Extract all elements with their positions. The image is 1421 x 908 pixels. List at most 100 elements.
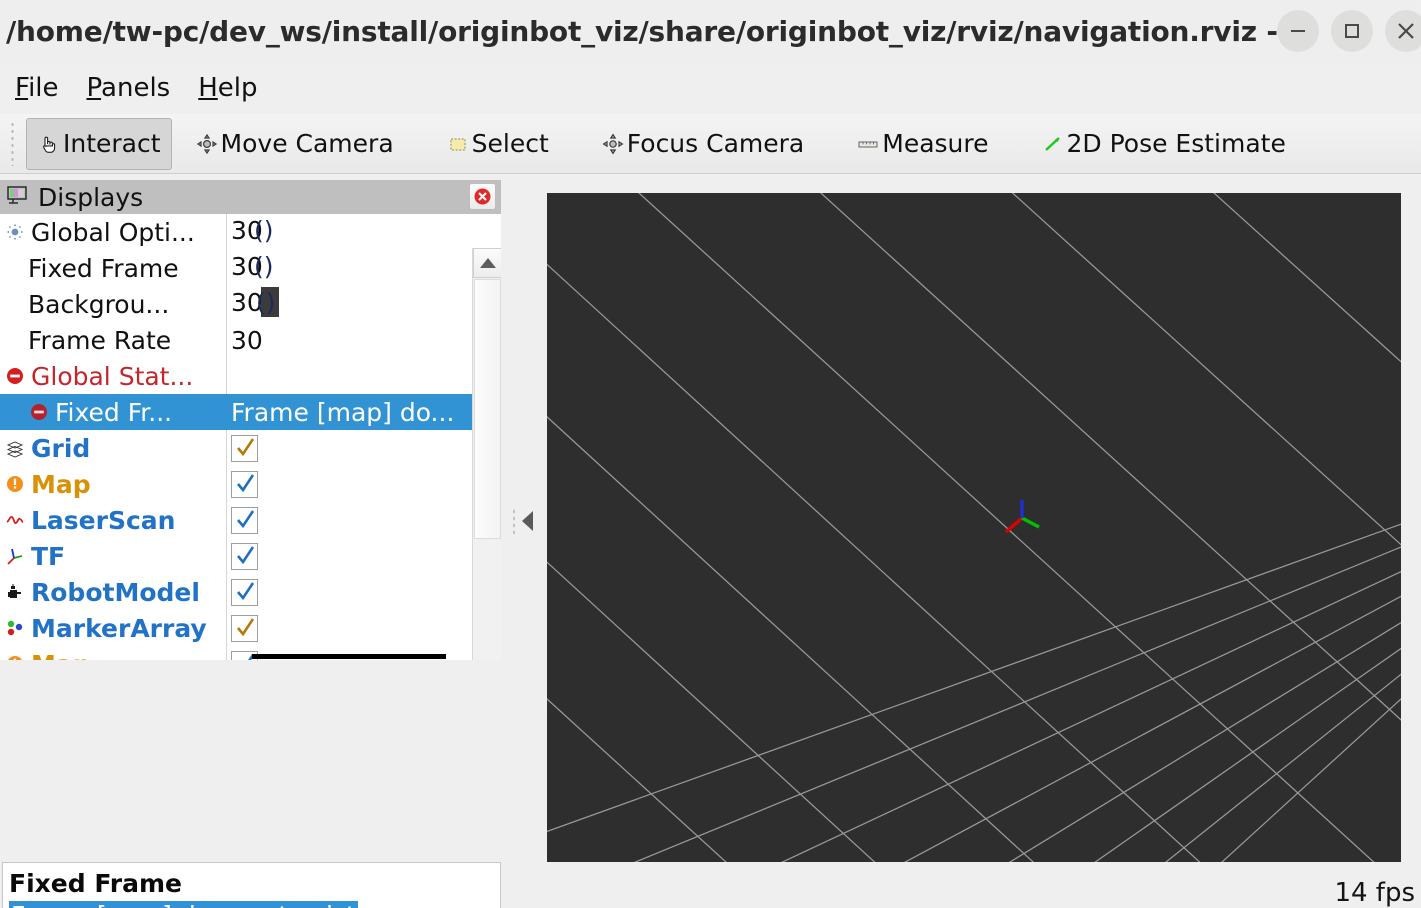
render-viewport-3d[interactable] [547, 193, 1401, 862]
tool-2d-pose-estimate[interactable]: 2D Pose Estimate [1030, 118, 1297, 170]
tree-row-laserscan[interactable]: LaserScan [0, 502, 472, 538]
tool-interact[interactable]: Interact [26, 117, 172, 170]
chevron-left-icon [522, 511, 533, 531]
map-warning-icon [4, 653, 26, 660]
menu-panels-accel: P [86, 73, 102, 103]
hand-cursor-icon [37, 132, 61, 156]
select-rect-icon [446, 132, 470, 156]
detail-message: Frame [map] does not exist [9, 901, 358, 908]
tool-select-label: Select [471, 129, 549, 158]
menu-file-label: ile [28, 73, 59, 103]
tree-label: LaserScan [31, 505, 176, 535]
menu-panels[interactable]: Panels [86, 71, 172, 105]
tree-row-frame-rate[interactable]: Frame Rate 30 [0, 322, 472, 358]
tree-value-cell[interactable] [226, 502, 472, 538]
scrollbar-thumb[interactable] [474, 279, 501, 539]
robotmodel-enabled-checkbox[interactable] [231, 578, 258, 606]
displays-panel: Displays Global Opti... 30 () Fixed Fram… [0, 180, 501, 908]
tree-row-grid[interactable]: Grid [0, 430, 472, 466]
splitter-dots-icon [512, 508, 516, 534]
tree-label: RobotModel [31, 577, 200, 607]
tool-focus-camera-label: Focus Camera [626, 129, 805, 158]
pose-arrow-icon [1041, 132, 1065, 156]
robot-icon [4, 581, 26, 603]
panel-collapse-handle[interactable] [503, 180, 545, 862]
tree-value-cell [226, 358, 472, 394]
tree-row-fixed-frame[interactable]: Fixed Frame 30 () [0, 250, 472, 286]
tree-label: Global Opti... [31, 217, 195, 247]
tree-value-cell[interactable]: 30 () [226, 250, 472, 286]
tree-label: Map [31, 469, 91, 499]
menubar: File Panels Help [0, 62, 1421, 114]
tool-measure[interactable]: Measure [845, 118, 999, 170]
tree-value-cell[interactable] [226, 574, 472, 610]
window-title: /home/tw-pc/dev_ws/install/originbot_viz… [6, 14, 1319, 48]
tree-row-robotmodel[interactable]: RobotModel [0, 574, 472, 610]
menu-file[interactable]: File [14, 71, 60, 105]
tree-row-global-options[interactable]: Global Opti... 30 () [0, 214, 472, 250]
tree-row-status-fixed-frame[interactable]: Fixed Fr... Frame [map] do... [0, 394, 472, 430]
rviz-window: /home/tw-pc/dev_ws/install/originbot_viz… [0, 0, 1421, 908]
move-camera-icon [195, 132, 219, 156]
tf-enabled-checkbox[interactable] [231, 542, 258, 570]
menu-help-accel: H [198, 73, 218, 103]
tree-label: Grid [31, 433, 91, 463]
displays-tree-viewport[interactable]: Global Opti... 30 () Fixed Frame 30 () B… [0, 214, 501, 660]
tree-value-cell[interactable] [226, 466, 472, 502]
fps-indicator: 14 fps [1334, 878, 1415, 908]
displays-panel-title: Displays [38, 182, 144, 212]
horizontal-scrollbar-artifact[interactable] [252, 654, 446, 659]
tree-row-global-status[interactable]: Global Stat... [0, 358, 472, 394]
menu-panels-label: anels [101, 73, 171, 103]
value-artifact-ghost: () [254, 252, 274, 281]
menu-file-accel: F [15, 73, 29, 103]
tree-value-cell[interactable] [226, 538, 472, 574]
grid-render [547, 193, 1401, 862]
laserscan-icon [4, 509, 26, 531]
detail-title: Fixed Frame [9, 869, 183, 898]
tool-focus-camera[interactable]: Focus Camera [590, 118, 815, 170]
laserscan-enabled-checkbox[interactable] [231, 506, 258, 534]
tree-value-cell[interactable] [226, 430, 472, 466]
tree-label: Fixed Fr... [55, 397, 173, 427]
main-toolbar: Interact Move Camera Select Focus Camera… [0, 114, 1421, 174]
display-detail-box: Fixed Frame Frame [map] does not exist [2, 862, 501, 908]
tree-label: Global Stat... [31, 361, 194, 391]
origin-axes-marker [1004, 500, 1040, 534]
ruler-icon [856, 132, 880, 156]
close-button[interactable] [1385, 10, 1421, 52]
tree-value-cell[interactable]: 30 () [226, 214, 472, 250]
tree-label: Fixed Frame [28, 253, 179, 283]
displays-panel-close-button[interactable] [469, 183, 496, 210]
markerarray-enabled-checkbox[interactable] [231, 614, 258, 642]
error-circle-icon [28, 401, 50, 423]
grid-enabled-checkbox[interactable] [231, 434, 258, 462]
maximize-button[interactable] [1331, 10, 1373, 52]
tree-value-cell[interactable]: 30 [226, 322, 472, 358]
tree-row-map[interactable]: Map [0, 466, 472, 502]
tree-value: Frame [map] do... [231, 397, 455, 427]
scroll-up-icon[interactable] [473, 248, 501, 278]
toolbar-drag-handle[interactable] [6, 121, 22, 166]
menu-help[interactable]: Help [197, 71, 258, 105]
tree-label: Frame Rate [28, 325, 172, 355]
tree-row-markerarray[interactable]: MarkerArray [0, 610, 472, 646]
tree-value: 30 [231, 325, 263, 355]
map-enabled-checkbox[interactable] [231, 470, 258, 498]
monitor-icon [6, 183, 30, 211]
tree-label: TF [31, 541, 66, 571]
tree-row-background-color[interactable]: Backgrou... 30 () [0, 286, 472, 322]
tool-move-camera[interactable]: Move Camera [184, 118, 405, 170]
value-artifact-ghost: () [256, 288, 276, 317]
tree-row-tf[interactable]: TF [0, 538, 472, 574]
window-titlebar: /home/tw-pc/dev_ws/install/originbot_viz… [0, 0, 1421, 62]
tree-value-cell[interactable]: 30 () [226, 286, 472, 322]
tree-value-cell[interactable] [226, 610, 472, 646]
tree-value-cell[interactable]: Frame [map] do... [226, 394, 472, 430]
menu-help-label: elp [217, 73, 258, 103]
tree-label: Map [31, 650, 91, 661]
tf-axes-icon [4, 545, 26, 567]
minimize-button[interactable] [1277, 10, 1319, 52]
tool-select[interactable]: Select [435, 118, 560, 170]
displays-tree-scrollbar[interactable] [472, 248, 501, 660]
